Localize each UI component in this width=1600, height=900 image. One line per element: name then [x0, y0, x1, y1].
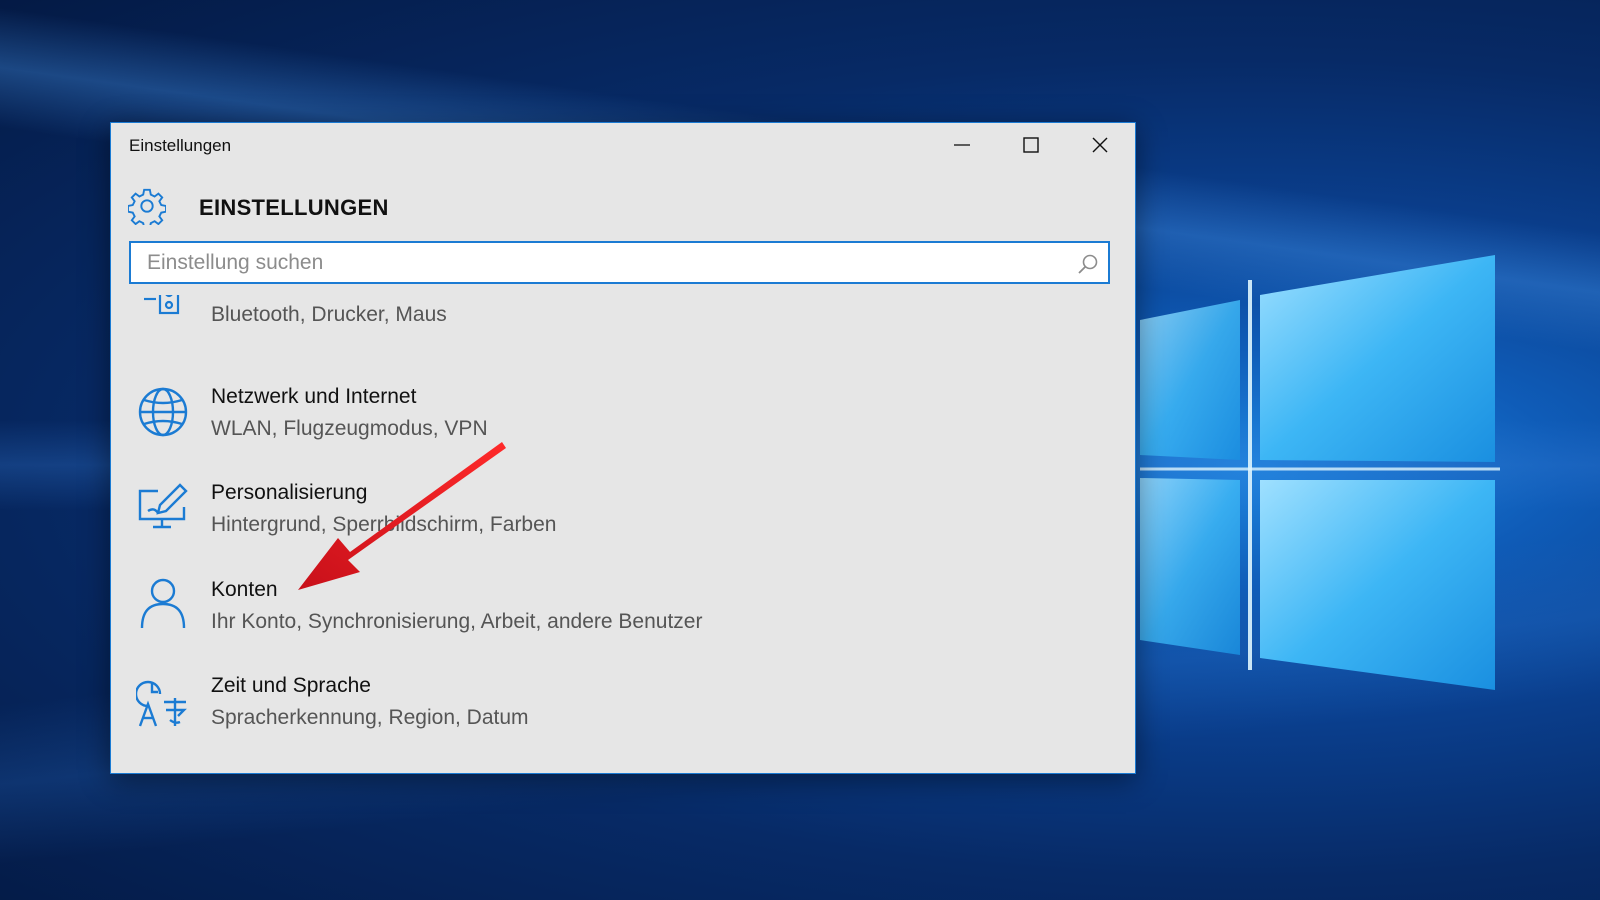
- close-button[interactable]: [1065, 123, 1134, 167]
- minimize-icon: [953, 144, 970, 146]
- item-subtitle: Hintergrund, Sperrbildschirm, Farben: [211, 513, 557, 536]
- item-subtitle: Ihr Konto, Synchronisierung, Arbeit, and…: [211, 610, 703, 633]
- settings-list: Bluetooth, Drucker, Maus Netzwerk und In…: [111, 295, 1135, 765]
- settings-item-devices[interactable]: Bluetooth, Drucker, Maus: [111, 295, 1135, 365]
- maximize-icon: [1022, 137, 1039, 153]
- gear-icon: [128, 188, 166, 225]
- search-box[interactable]: [129, 241, 1110, 284]
- time-language-icon: [136, 680, 187, 727]
- item-title: Netzwerk und Internet: [211, 385, 417, 408]
- item-subtitle: Spracherkennung, Region, Datum: [211, 706, 529, 729]
- search-icon[interactable]: [1077, 253, 1099, 275]
- settings-item-network[interactable]: Netzwerk und Internet WLAN, Flugzeugmodu…: [111, 377, 1135, 465]
- item-title: Konten: [211, 578, 278, 601]
- title-bar[interactable]: Einstellungen: [111, 123, 1135, 167]
- user-icon: [140, 578, 186, 629]
- item-title: Personalisierung: [211, 481, 368, 504]
- item-title: Zeit und Sprache: [211, 674, 371, 697]
- item-subtitle: WLAN, Flugzeugmodus, VPN: [211, 417, 488, 440]
- minimize-button[interactable]: [927, 123, 996, 167]
- close-icon: [1092, 137, 1107, 153]
- search-input[interactable]: [131, 243, 1071, 282]
- maximize-button[interactable]: [996, 123, 1065, 167]
- settings-header: EINSTELLUNGEN: [128, 187, 528, 227]
- settings-item-personalization[interactable]: Personalisierung Hintergrund, Sperrbilds…: [111, 473, 1135, 561]
- settings-item-accounts[interactable]: Konten Ihr Konto, Synchronisierung, Arbe…: [111, 570, 1135, 658]
- settings-item-time-language[interactable]: Zeit und Sprache Spracherkennung, Region…: [111, 666, 1135, 754]
- windows-logo: [1140, 255, 1500, 690]
- page-title: EINSTELLUNGEN: [199, 195, 389, 220]
- globe-icon: [138, 387, 188, 437]
- window-title: Einstellungen: [129, 136, 232, 155]
- devices-icon: [144, 295, 180, 315]
- personalization-icon: [138, 483, 188, 529]
- settings-window: Einstellungen EINSTELLUNGEN Einstellung …: [110, 122, 1136, 774]
- item-subtitle: Bluetooth, Drucker, Maus: [211, 303, 447, 326]
